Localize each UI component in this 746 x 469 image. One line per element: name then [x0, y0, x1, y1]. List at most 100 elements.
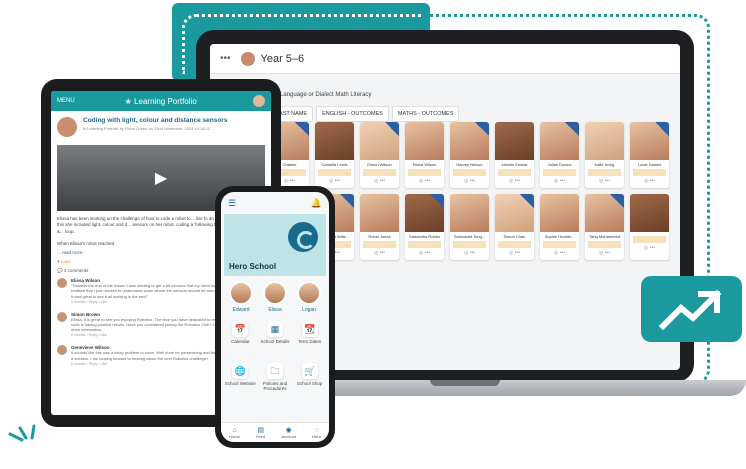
card-actions[interactable]: ◎ ••• [360, 178, 399, 184]
card-actions[interactable]: ◎ ••• [630, 245, 669, 251]
sort-tab[interactable]: MATHS - OUTCOMES [391, 106, 460, 122]
student-photo [585, 122, 624, 160]
student-card[interactable]: Louie Dawen ◎ ••• [630, 122, 669, 188]
quick-link-tile[interactable]: 📅 Calendar [224, 321, 257, 359]
student-card[interactable]: Elmon Wilson ◎ ••• [360, 122, 399, 188]
nav-item[interactable]: ▤ Feed [256, 426, 265, 439]
child-name: Edward [232, 307, 250, 313]
progress-band [408, 241, 441, 248]
quick-link-tile[interactable]: 🛒 School Shop [293, 363, 326, 401]
play-icon[interactable]: ▶ [155, 168, 167, 188]
card-actions[interactable]: ◎ ••• [450, 250, 489, 256]
child-selector[interactable]: Logan [297, 281, 321, 313]
child-selector[interactable]: Edward [229, 281, 253, 313]
card-actions[interactable]: ◎ ••• [405, 178, 444, 184]
tile-icon: 🗀 [266, 363, 283, 379]
tile-label: Calendar [231, 339, 250, 344]
menu-button[interactable]: MENU [57, 98, 75, 104]
author-avatar [57, 117, 77, 137]
student-card[interactable]: Elissa Wilson ◎ ••• [405, 122, 444, 188]
card-actions[interactable]: ◎ ••• [585, 178, 624, 184]
student-card[interactable]: ◎ ••• [630, 194, 669, 260]
student-name: Louie Dawen [637, 162, 662, 167]
student-name: Sophie Huddle... [544, 234, 575, 239]
nav-item[interactable]: ◉ Account [281, 426, 295, 439]
tile-icon: 📆 [301, 321, 318, 337]
student-card[interactable]: Tariq Mohammed ◎ ••• [585, 194, 624, 260]
student-name: Elissa Wilson [412, 162, 437, 167]
student-name: Harvey Nelson [456, 162, 483, 167]
progress-band [318, 169, 351, 176]
student-card[interactable]: Robin Jones ◎ ••• [360, 194, 399, 260]
student-name: Simon Chan [503, 234, 526, 239]
nav-item[interactable]: ◌ Hero [312, 427, 321, 439]
class-avatar [240, 51, 255, 66]
student-card[interactable]: Samoanet Tong... ◎ ••• [450, 194, 489, 260]
tile-label: School Website [224, 381, 256, 386]
nav-icon: ⌂ [232, 426, 237, 434]
card-actions[interactable]: ◎ ••• [495, 250, 534, 256]
post-meta: in Learning Portfolio by Fiona Green on … [83, 126, 210, 131]
sort-tab[interactable]: ENGLISH - OUTCOMES [316, 106, 389, 122]
student-card[interactable]: Samantha Robbs ◎ ••• [405, 194, 444, 260]
student-card[interactable]: Sophie Huddle... ◎ ••• [540, 194, 579, 260]
quick-link-tile[interactable]: 🗀 Policies and Procedures [259, 363, 292, 401]
student-photo [450, 194, 489, 232]
card-actions[interactable]: ◎ ••• [360, 250, 399, 256]
laptop-notch [430, 380, 500, 386]
user-avatar[interactable] [253, 95, 265, 107]
nav-label: Feed [256, 434, 266, 439]
phone-top-bar: ☰ 🔔 [221, 192, 329, 214]
tile-label: School Shop [296, 381, 323, 386]
card-actions[interactable]: ◎ ••• [495, 178, 534, 184]
quick-link-tile[interactable]: 🌐 School Website [224, 363, 257, 401]
student-photo [495, 122, 534, 160]
children-list: Edward Elissa Logan [221, 276, 329, 315]
tile-icon: ▦ [266, 321, 283, 337]
nav-item[interactable]: ⌂ Home [229, 427, 240, 439]
post-title[interactable]: Coding with light, colour and distance s… [83, 117, 227, 124]
status-corner [655, 122, 669, 136]
bell-icon[interactable]: 🔔 [311, 198, 322, 209]
student-photo [630, 194, 669, 232]
more-icon[interactable]: ••• [220, 53, 231, 64]
student-card[interactable]: Simon Chan ◎ ••• [495, 194, 534, 260]
tile-icon: 🌐 [232, 363, 249, 379]
progress-band [408, 169, 441, 176]
card-actions[interactable]: ◎ ••• [630, 178, 669, 184]
quick-link-tile[interactable]: ▦ School Details [259, 321, 292, 359]
student-card[interactable]: Kalia Irving ◎ ••• [585, 122, 624, 188]
tile-label: Policies and Procedures [262, 381, 288, 392]
child-avatar [229, 281, 253, 305]
student-card[interactable]: Harvey Nelson ◎ ••• [450, 122, 489, 188]
student-name: Elmon Wilson [367, 162, 392, 167]
quick-link-tile[interactable]: 📆 Term Dates [293, 321, 326, 359]
student-photo [360, 194, 399, 232]
child-selector[interactable]: Elissa [263, 281, 287, 313]
card-actions[interactable]: ◎ ••• [405, 250, 444, 256]
subject-filter[interactable]: Language or Dialect Math Literacy [280, 92, 371, 98]
card-actions[interactable]: ◎ ••• [315, 178, 354, 184]
child-name: Elissa [268, 307, 282, 313]
student-card[interactable]: Julian Downs ◎ ••• [540, 122, 579, 188]
nav-label: Hero [312, 433, 321, 439]
card-actions[interactable]: ◎ ••• [450, 178, 489, 184]
student-photo [405, 122, 444, 160]
quick-links-grid: 📅 Calendar ▦ School Details 📆 Term Dates 🌐 Scho… [221, 315, 329, 401]
student-name: Kalia Irving [594, 162, 615, 167]
card-actions[interactable]: ◎ ••• [540, 178, 579, 184]
progress-band [453, 169, 486, 176]
hamburger-icon[interactable]: ☰ [228, 198, 236, 209]
card-actions[interactable]: ◎ ••• [585, 250, 624, 256]
tile-label: Term Dates [298, 339, 322, 344]
progress-band [588, 241, 621, 248]
student-name: Samantha Robbs [409, 234, 440, 239]
tile-icon: 📅 [232, 321, 249, 337]
child-avatar [263, 281, 287, 305]
card-actions[interactable]: ◎ ••• [540, 250, 579, 256]
portfolio-title: ★ Learning Portfolio [124, 96, 197, 106]
student-card[interactable]: Jasmin Kessar ◎ ••• [495, 122, 534, 188]
student-card[interactable]: Camella Lewis ◎ ••• [315, 122, 354, 188]
student-name: Tariq Mohammed [589, 234, 620, 239]
nav-label: Home [229, 433, 240, 439]
